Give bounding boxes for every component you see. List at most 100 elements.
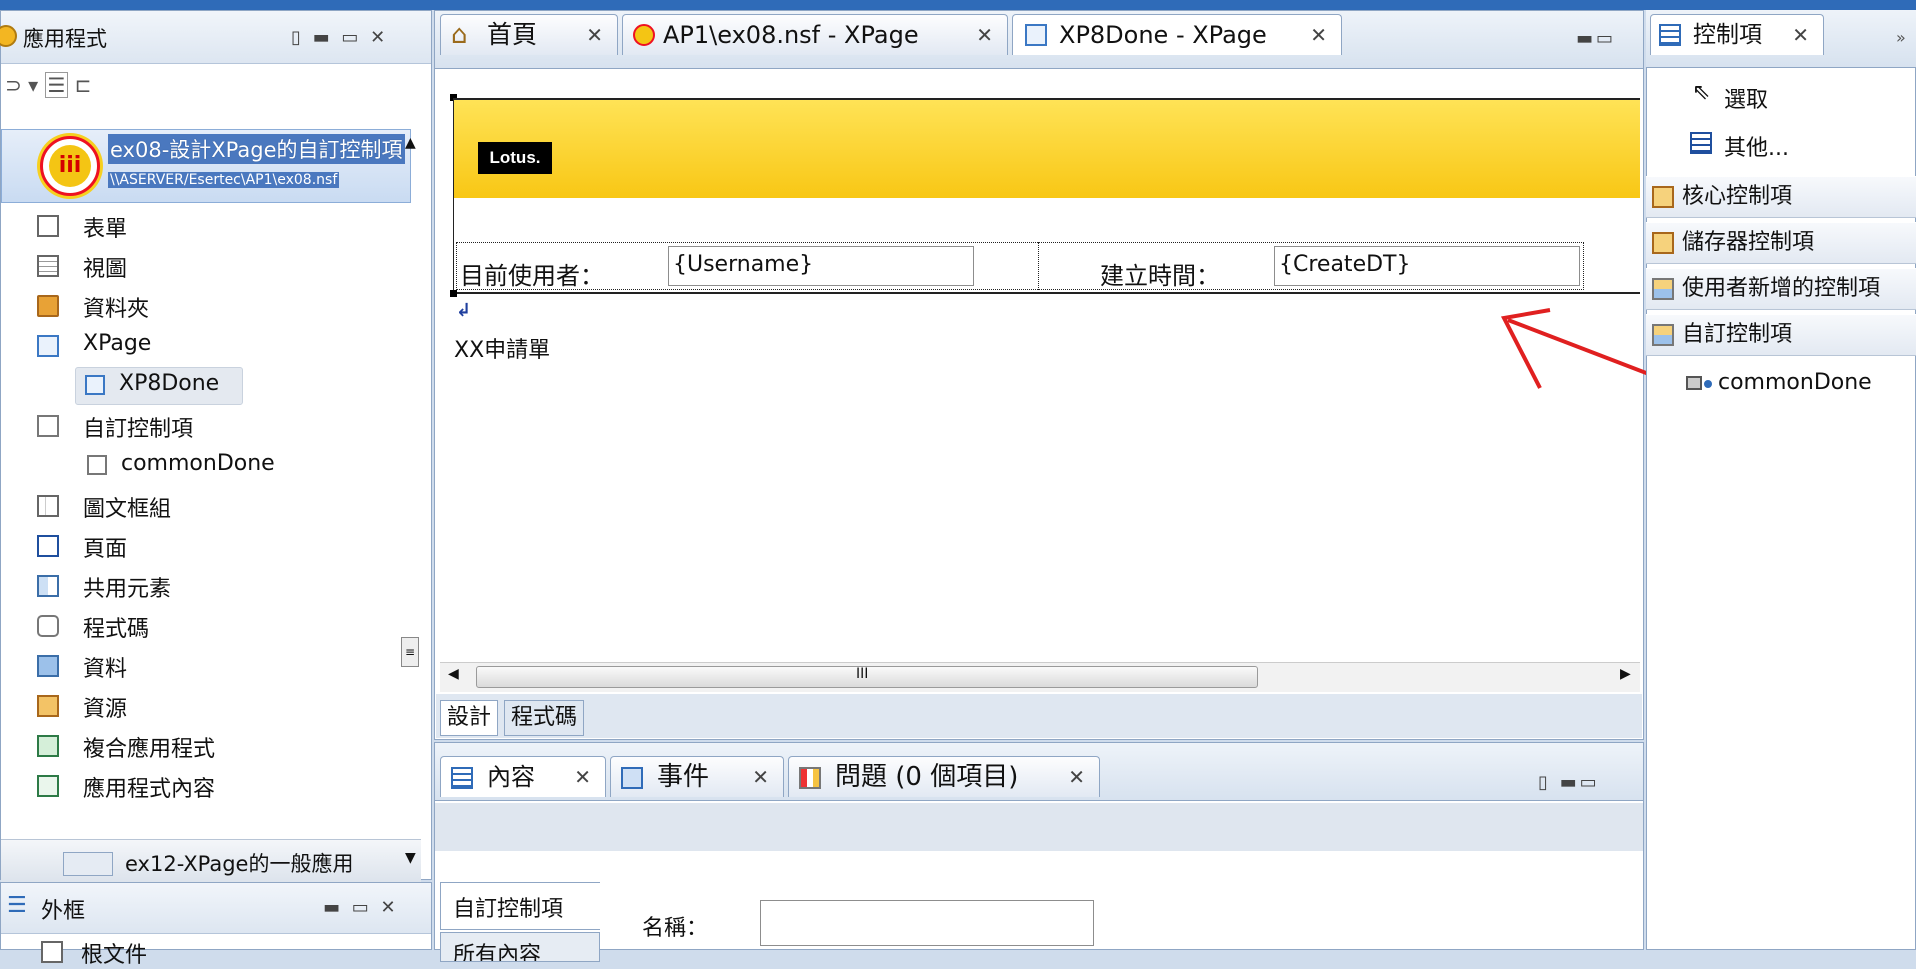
table-bottom-line — [454, 292, 1640, 294]
core-controls-icon — [1652, 186, 1674, 208]
palette-section-core-label: 核心控制項 — [1682, 184, 1793, 209]
createdt-field[interactable]: {CreateDT} — [1274, 246, 1580, 286]
tab-events[interactable]: 事件 ✕ — [610, 756, 784, 797]
tab-properties-label: 內容 — [487, 763, 535, 791]
nav-item-xp8done[interactable]: XP8Done — [119, 371, 219, 396]
scroll-right-icon[interactable]: ▶ — [1620, 666, 1631, 682]
view-icon — [37, 255, 59, 277]
tab-home[interactable]: ⌂ 首頁 ✕ — [440, 14, 618, 55]
tab-problems-label: 問題 (0 個項目) — [835, 762, 1019, 792]
data-icon — [37, 655, 59, 677]
nav-item-data[interactable]: 資料 — [83, 651, 127, 683]
app-row-other[interactable]: ex12-XPage的一般應用 ▼ — [1, 839, 421, 883]
scroll-left-icon[interactable]: ◀ — [448, 666, 459, 682]
name-field[interactable] — [760, 900, 1094, 946]
nav-scrollbar-grip[interactable]: ≡ — [401, 637, 419, 667]
palette-section-custom[interactable]: 自訂控制項 — [1646, 314, 1916, 356]
tab-app-xpage[interactable]: AP1\ex08.nsf - XPage ✕ — [622, 14, 1008, 55]
frameset-icon — [37, 495, 59, 517]
palette-section-user-added[interactable]: 使用者新增的控制項 — [1646, 268, 1916, 310]
nav-item-code[interactable]: 程式碼 — [83, 611, 149, 643]
app-name: ex08-設計XPage的自訂控制項 — [108, 134, 405, 164]
created-label: 建立時間： — [1100, 262, 1220, 290]
body-text: XX申請單 — [454, 338, 551, 363]
events-icon — [621, 767, 643, 789]
properties-toolbar-band — [435, 803, 1643, 851]
nav-item-framesets[interactable]: 圖文框組 — [83, 491, 171, 523]
window-top-bar — [0, 0, 1916, 10]
container-controls-icon — [1652, 232, 1674, 254]
database-icon — [63, 852, 113, 876]
controls-icon — [1659, 24, 1681, 46]
tab-xp8done-close[interactable]: ✕ — [1310, 15, 1327, 55]
tab-events-close[interactable]: ✕ — [752, 757, 769, 797]
nav-item-views[interactable]: 視圖 — [83, 251, 127, 283]
custom-control-item-icon — [87, 455, 107, 475]
nav-item-folders[interactable]: 資料夾 — [83, 291, 149, 323]
home-icon: ⌂ — [451, 20, 468, 50]
props-side-tab-custom-label: 自訂控制項 — [453, 897, 564, 922]
page-icon — [37, 535, 59, 557]
outline-window-buttons[interactable]: ▬ ▭ ✕ — [323, 897, 399, 918]
username-field[interactable]: {Username} — [668, 246, 974, 286]
outline-panel-header: ☰ 外框 ▬ ▭ ✕ — [1, 883, 431, 934]
palette-item-commondone[interactable]: commonDone — [1718, 370, 1872, 395]
nav-item-resources[interactable]: 資源 — [83, 691, 127, 723]
outline-item[interactable]: 根文件 — [81, 937, 147, 969]
scroll-grip: III — [856, 666, 869, 682]
nav-item-custom-controls[interactable]: 自訂控制項 — [83, 411, 193, 443]
outline-title: 外框 — [41, 899, 86, 924]
app-logo-inner: iii — [49, 145, 91, 187]
nav-item-xpage[interactable]: XPage — [83, 331, 151, 356]
tab-problems[interactable]: 問題 (0 個項目) ✕ — [788, 756, 1100, 797]
tab-design[interactable]: 設計 — [440, 700, 499, 736]
nav-item-pages[interactable]: 頁面 — [83, 531, 127, 563]
tab-properties[interactable]: 內容 ✕ — [440, 756, 606, 797]
props-side-tab-custom[interactable]: 自訂控制項 — [440, 882, 600, 930]
nav-item-composite-apps[interactable]: 複合應用程式 — [83, 731, 215, 763]
app-row-selected[interactable]: iii ex08-設計XPage的自訂控制項 \\ASERVER/Esertec… — [1, 129, 411, 203]
xpage-icon — [37, 335, 59, 357]
xpage-design-icon — [85, 375, 105, 395]
panel-window-buttons[interactable]: ▯ ▬ ▭ ✕ — [291, 27, 388, 48]
tab-controls-close[interactable]: ✕ — [1792, 15, 1809, 55]
tab-app-xpage-label: AP1\ex08.nsf - XPage — [663, 21, 919, 49]
tab-source[interactable]: 程式碼 — [504, 700, 585, 736]
editor-window-buttons[interactable]: ▬▭ — [1576, 28, 1616, 49]
tab-xp8done-label: XP8Done - XPage — [1059, 21, 1267, 49]
nav-scroll-up[interactable]: ▲ — [405, 135, 416, 151]
tab-events-label: 事件 — [657, 762, 710, 792]
properties-window-buttons[interactable]: ▯ ▬▭ — [1538, 772, 1600, 793]
palette-more-icon[interactable]: » — [1896, 28, 1906, 47]
problems-icon — [799, 767, 821, 789]
nav-item-app-properties[interactable]: 應用程式內容 — [83, 771, 215, 803]
nav-item-commondone[interactable]: commonDone — [121, 451, 275, 476]
palette-select[interactable]: 選取 — [1724, 82, 1768, 114]
tab-xp8done[interactable]: XP8Done - XPage ✕ — [1012, 14, 1342, 55]
palette-section-core[interactable]: 核心控制項 — [1646, 176, 1916, 218]
app-list-scroll-down[interactable]: ▼ — [405, 850, 416, 866]
paragraph-mark-icon: ↲ — [456, 300, 472, 321]
applications-panel-header: 應用程式 ▯ ▬ ▭ ✕ — [0, 11, 431, 64]
tab-controls-label: 控制項 — [1693, 22, 1762, 48]
outline-icon: ☰ — [7, 893, 27, 918]
applications-icon — [0, 25, 17, 47]
custom-controls-section-icon — [1652, 324, 1674, 346]
tab-controls[interactable]: 控制項 ✕ — [1650, 14, 1824, 55]
nav-item-shared-elements[interactable]: 共用元素 — [83, 571, 171, 603]
code-icon — [37, 615, 59, 637]
nav-toolbar[interactable]: ⊃ ▾ ☰ ⊏ — [5, 72, 92, 98]
nav-item-forms[interactable]: 表單 — [83, 211, 127, 243]
folder-icon — [37, 295, 59, 317]
palette-section-container[interactable]: 儲存器控制項 — [1646, 222, 1916, 264]
user-added-controls-icon — [1652, 278, 1674, 300]
tab-home-close[interactable]: ✕ — [586, 15, 603, 55]
tab-problems-close[interactable]: ✕ — [1068, 757, 1085, 797]
tab-properties-close[interactable]: ✕ — [574, 757, 591, 797]
props-side-tab-all[interactable]: 所有內容 — [440, 932, 600, 962]
tab-home-label: 首頁 — [487, 20, 538, 49]
tab-app-xpage-close[interactable]: ✕ — [976, 15, 993, 55]
properties-icon — [451, 767, 473, 789]
palette-other[interactable]: 其他... — [1724, 130, 1789, 162]
palette-section-container-label: 儲存器控制項 — [1682, 230, 1815, 255]
